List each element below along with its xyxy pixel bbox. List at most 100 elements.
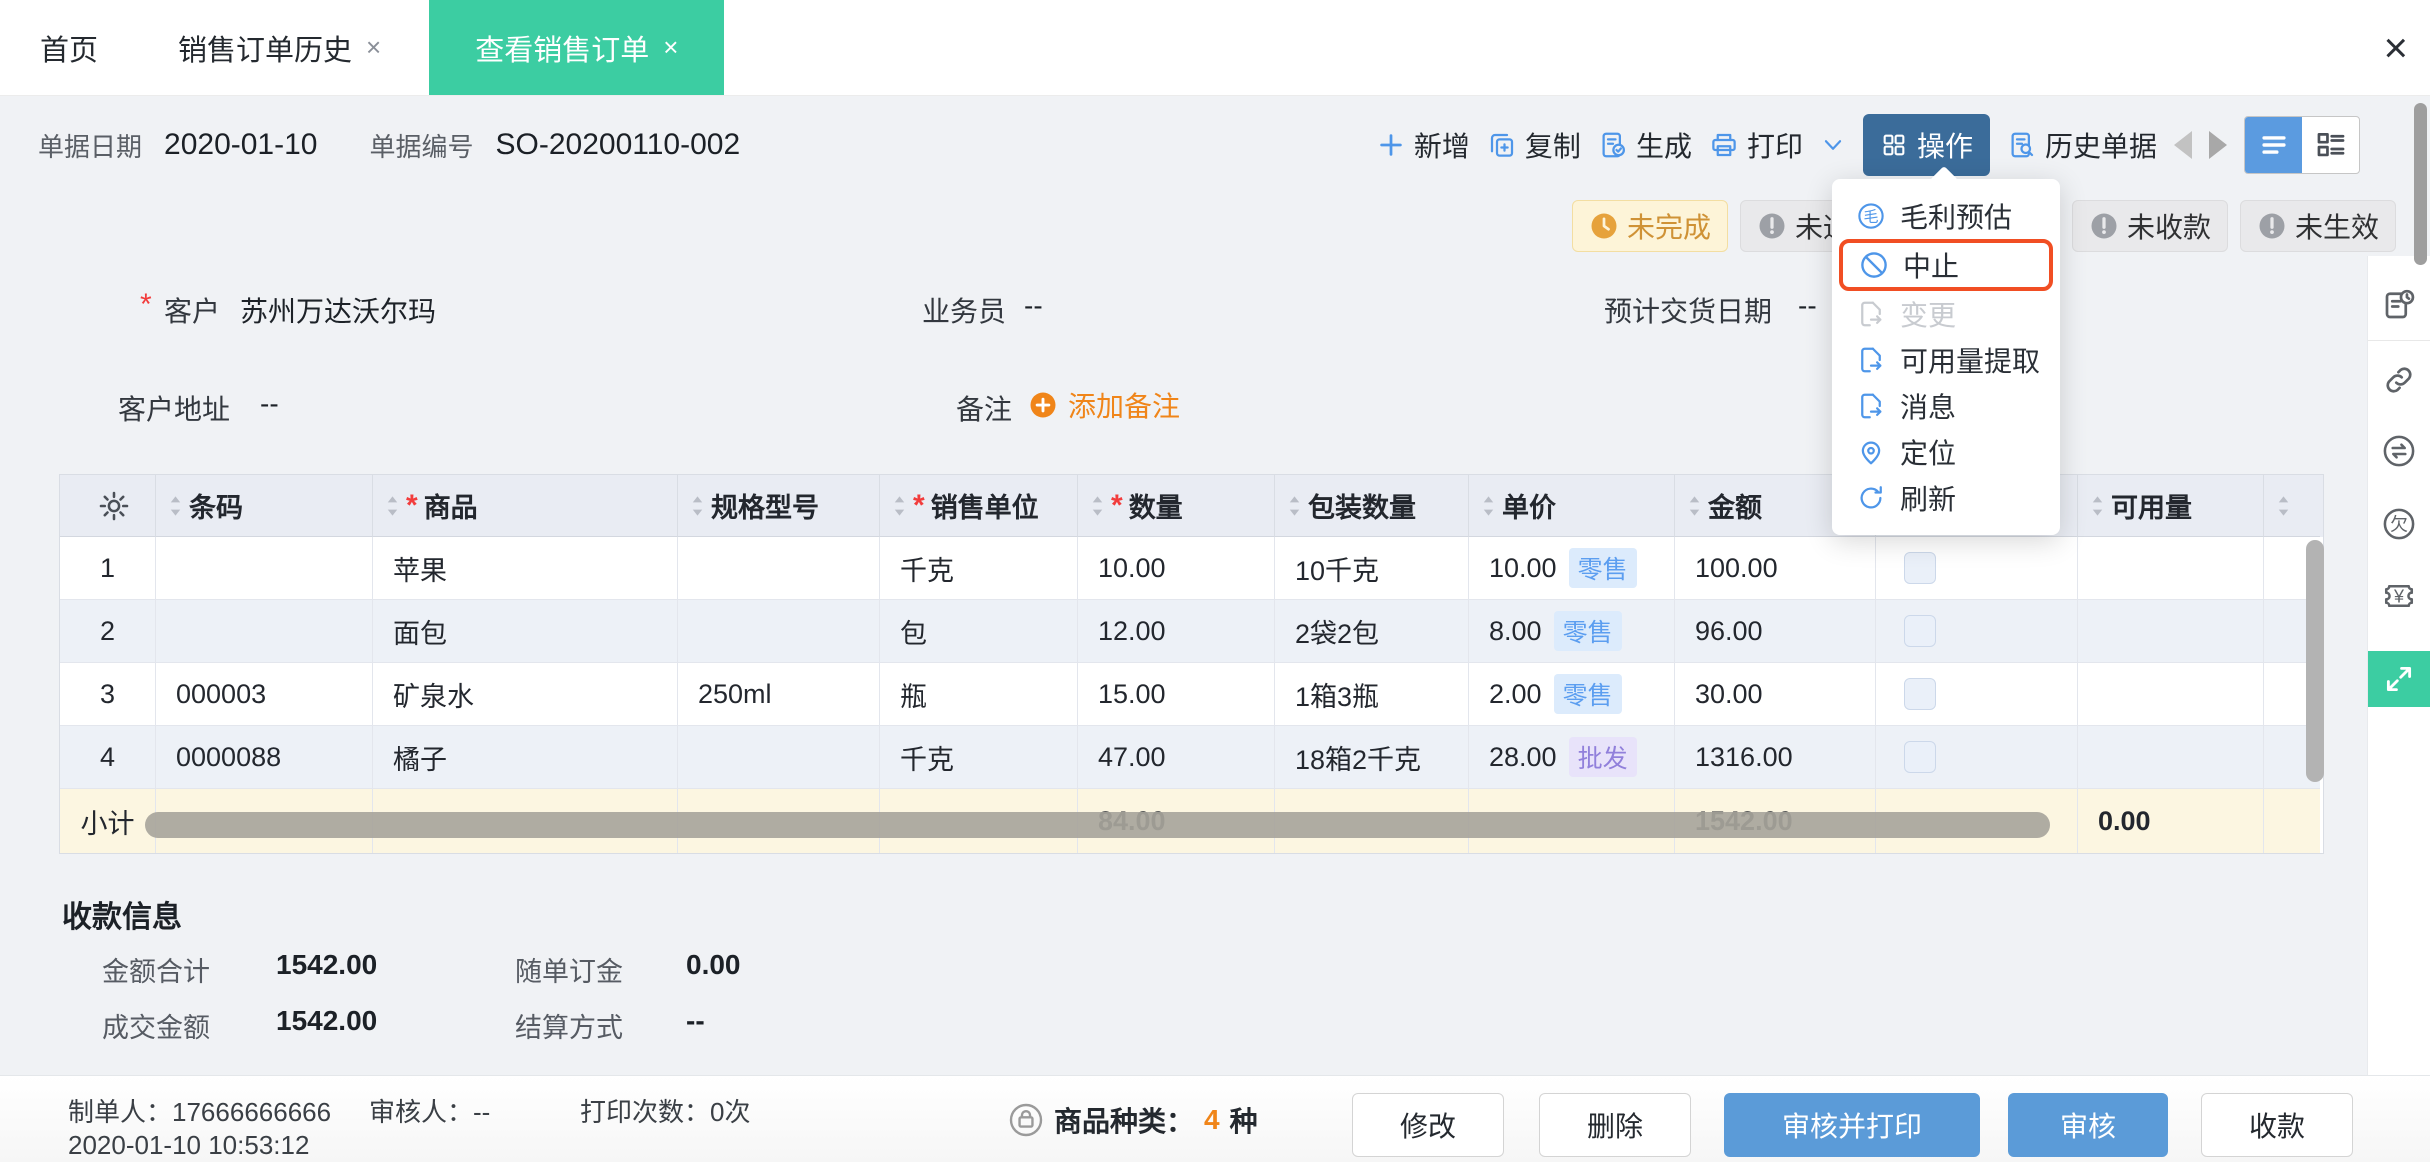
delete-button[interactable]: 删除 — [1539, 1093, 1691, 1157]
print-button-label: 打印 — [1746, 131, 1803, 162]
close-page-icon[interactable]: × — [2383, 0, 2408, 95]
receive-payment-button[interactable]: 收款 — [2201, 1093, 2353, 1157]
audit-button[interactable]: 审核 — [2008, 1093, 2168, 1157]
tab-close-icon[interactable]: × — [366, 32, 381, 63]
card-view-icon — [2314, 128, 2348, 162]
price-type-tag[interactable]: 零售 — [1553, 611, 1622, 651]
card-view-toggle[interactable] — [2302, 117, 2359, 173]
column-header-qty[interactable]: * 数量 — [1078, 475, 1275, 537]
print-button[interactable]: 打印 — [1709, 125, 1803, 165]
spec-cell — [678, 726, 880, 789]
column-header-unit[interactable]: * 销售单位 — [880, 475, 1078, 537]
doc-meta: 单据日期 2020-01-10 单据编号 SO-20200110-002 — [38, 95, 740, 195]
table-vertical-scrollbar[interactable] — [2306, 540, 2324, 782]
customer-value[interactable]: 苏州万达沃尔玛 — [240, 290, 436, 330]
list-view-toggle[interactable] — [2245, 117, 2302, 173]
spec-cell: 250ml — [678, 663, 880, 726]
menu-item-available-extract[interactable]: 可用量提取 — [1832, 337, 2060, 383]
add-button[interactable]: 新增 — [1376, 125, 1470, 165]
price-type-tag[interactable]: 零售 — [1553, 674, 1622, 714]
check-cell — [1876, 600, 2078, 663]
row-checkbox[interactable] — [1904, 615, 1936, 647]
audit-print-button[interactable]: 审核并打印 — [1724, 1093, 1980, 1157]
column-header-stub[interactable] — [2264, 475, 2320, 537]
horizontal-scrollbar[interactable] — [145, 812, 2050, 838]
required-star: * — [140, 288, 152, 321]
barcode-cell — [156, 600, 373, 663]
price-value: 28.00 — [1489, 741, 1557, 772]
pack-qty-cell: 2袋2包 — [1275, 600, 1469, 663]
sidebar-divider — [2368, 340, 2430, 341]
next-doc-icon[interactable] — [2209, 131, 2227, 159]
menu-item-abort[interactable]: 中止 — [1839, 239, 2053, 291]
available-cell — [2078, 537, 2264, 600]
menu-item-message[interactable]: 消息 — [1832, 383, 2060, 429]
tab-close-icon[interactable]: × — [663, 32, 678, 63]
action-button-label: 操作 — [1916, 131, 1973, 162]
subtotal-available-cell: 0.00 — [2078, 789, 2264, 853]
sidebar-owe-circle-button[interactable]: 欠 — [2381, 506, 2417, 542]
doc-clock-icon — [2381, 287, 2417, 323]
chevron-down-icon[interactable] — [1820, 132, 1846, 158]
sidebar-doc-clock-button[interactable] — [2381, 287, 2417, 323]
product-cell: 苹果 — [373, 537, 678, 600]
expand-button[interactable] — [2368, 651, 2430, 707]
column-header-label: 商品 — [423, 493, 478, 523]
add-remark-button[interactable]: 添加备注 — [1028, 385, 1180, 425]
tab-home[interactable]: 首页 — [0, 0, 138, 95]
generate-button[interactable]: 生成 — [1598, 125, 1692, 165]
menu-item-locate[interactable]: 定位 — [1832, 429, 2060, 475]
sku-count-value: 4 — [1204, 1103, 1220, 1135]
column-header-barcode[interactable]: 条码 — [156, 475, 373, 537]
sort-icon — [1090, 493, 1105, 519]
column-header-available[interactable]: 可用量 — [2078, 475, 2264, 537]
doc-search-icon — [2007, 130, 2037, 160]
page-vertical-scrollbar[interactable] — [2414, 103, 2427, 265]
column-header-label: 条码 — [189, 493, 243, 523]
svg-text:欠: 欠 — [2390, 514, 2408, 534]
deal-amount-value: 1542.00 — [276, 1005, 378, 1036]
column-header-pack_qty[interactable]: 包装数量 — [1275, 475, 1469, 537]
pack-qty-cell: 10千克 — [1275, 537, 1469, 600]
barcode-cell — [156, 537, 373, 600]
modify-button[interactable]: 修改 — [1352, 1093, 1504, 1157]
column-settings-cell[interactable] — [60, 475, 156, 537]
sidebar-yen-voucher-button[interactable]: ¥ — [2381, 578, 2417, 614]
price-type-tag[interactable]: 批发 — [1568, 737, 1637, 777]
row-checkbox[interactable] — [1904, 552, 1936, 584]
sku-unit: 种 — [1229, 1105, 1258, 1137]
view-toggle-group — [2244, 116, 2360, 174]
sidebar-link-button[interactable] — [2381, 362, 2417, 398]
tab-bar: 首页 销售订单历史 × 查看销售订单 × × — [0, 0, 2430, 96]
price-cell: 28.00 批发 — [1469, 726, 1675, 789]
add-remark-label: 添加备注 — [1068, 391, 1181, 422]
history-doc-button[interactable]: 历史单据 — [2007, 125, 2157, 165]
owe-circle-icon: 欠 — [2381, 506, 2417, 542]
menu-item-label: 定位 — [1900, 438, 1957, 469]
gear-icon — [97, 489, 131, 523]
tab-sales-order-history[interactable]: 销售订单历史 × — [138, 0, 421, 95]
column-header-price[interactable]: 单价 — [1469, 475, 1675, 537]
price-type-tag[interactable]: 零售 — [1568, 548, 1637, 588]
doc-arrow-icon — [1856, 345, 1886, 375]
prev-doc-icon[interactable] — [2174, 131, 2192, 159]
right-sidebar: 欠 ¥ — [2367, 256, 2430, 1075]
column-header-spec[interactable]: 规格型号 — [678, 475, 880, 537]
table-row: 2 面包 包 12.00 2袋2包 8.00 零售 96.00 — [60, 600, 2323, 663]
sidebar-exchange-circle-button[interactable] — [2381, 433, 2417, 469]
menu-item-profit-estimate[interactable]: 毛 毛利预估 — [1832, 193, 2060, 239]
footer-bar: 制单人：17666666666 2020-01-10 10:53:12 审核人：… — [0, 1075, 2430, 1162]
sales-order-view: 首页 销售订单历史 × 查看销售订单 × × 单据日期 2020-01-10 单… — [0, 0, 2430, 1162]
tab-view-sales-order[interactable]: 查看销售订单 × — [429, 0, 725, 95]
column-header-product[interactable]: * 商品 — [373, 475, 678, 537]
copy-button[interactable]: 复制 — [1487, 125, 1581, 165]
yen-voucher-icon: ¥ — [2381, 578, 2417, 614]
row-checkbox[interactable] — [1904, 678, 1936, 710]
row-checkbox[interactable] — [1904, 741, 1936, 773]
available-cell — [2078, 663, 2264, 726]
menu-item-refresh[interactable]: 刷新 — [1832, 475, 2060, 521]
subtotal-label-cell: 小计 — [60, 789, 156, 853]
menu-item-change[interactable]: 变更 — [1832, 291, 2060, 337]
action-button[interactable]: 操作 — [1862, 114, 1990, 176]
menu-item-label: 变更 — [1900, 300, 1957, 331]
